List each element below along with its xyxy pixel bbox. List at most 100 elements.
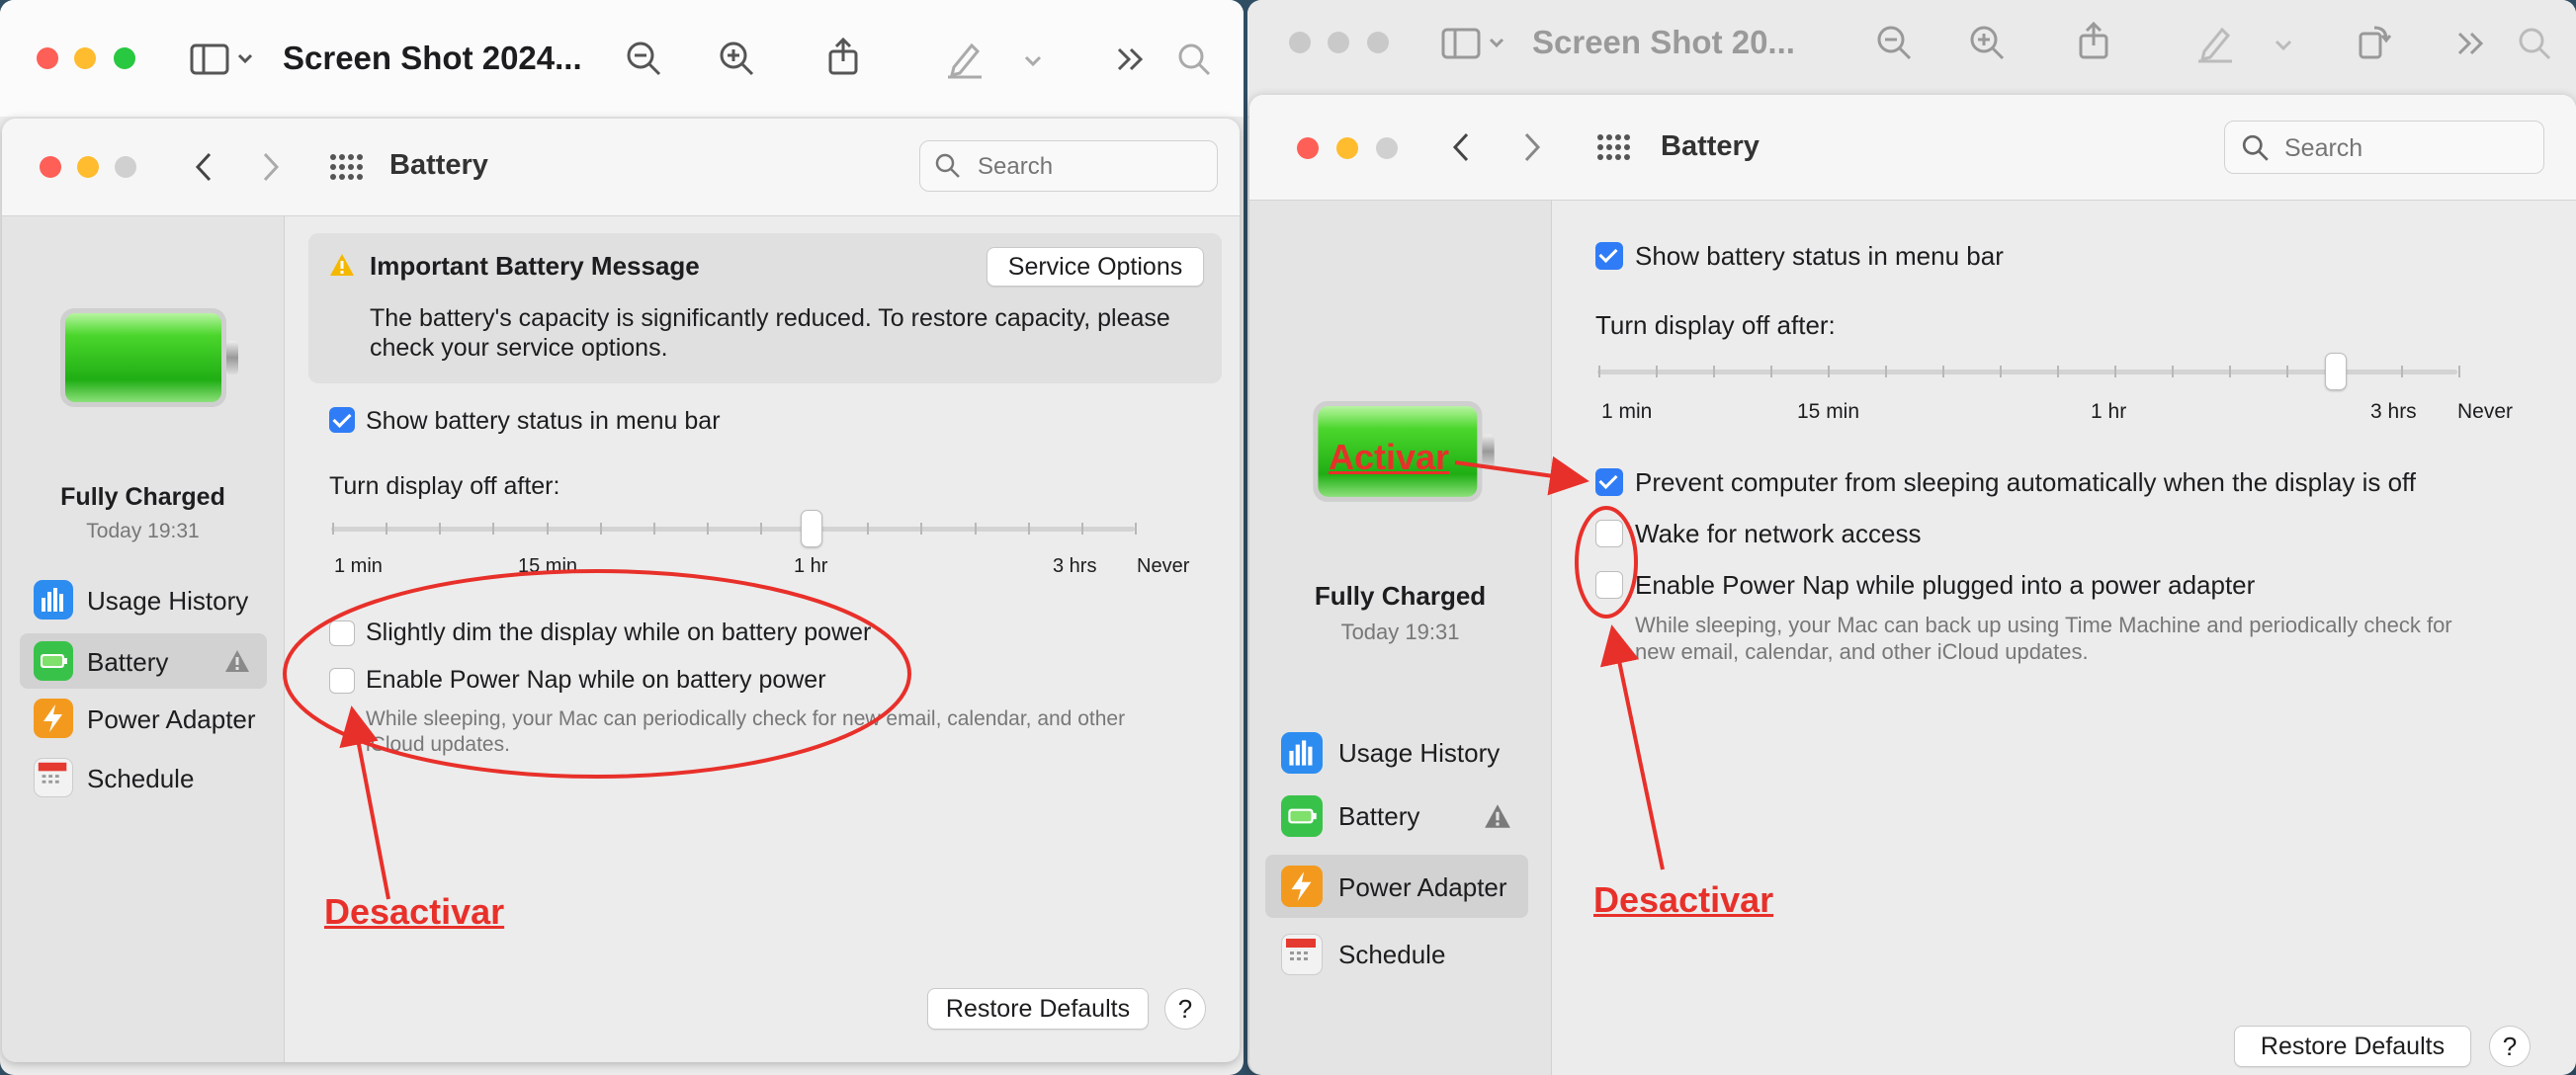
- sidebar-item-power-adapter[interactable]: Power Adapter: [20, 693, 267, 744]
- calendar-icon: [34, 758, 73, 797]
- show-all-grid-icon[interactable]: [1595, 132, 1631, 162]
- annotation-desactivar-right: Desactivar: [1593, 879, 1774, 920]
- search-input[interactable]: [976, 150, 1207, 184]
- help-button[interactable]: ?: [1164, 988, 1206, 1030]
- sidebar-item-battery[interactable]: Battery: [1265, 786, 1528, 845]
- back-icon[interactable]: [190, 148, 219, 186]
- search-field[interactable]: [919, 140, 1218, 192]
- battery-message-box: Important Battery Message Service Option…: [308, 233, 1222, 383]
- share-icon[interactable]: [2073, 20, 2114, 61]
- forward-icon[interactable]: [1516, 128, 1546, 166]
- display-off-slider-knob[interactable]: [801, 510, 822, 547]
- slider-label-15-min: 15 min: [518, 555, 578, 577]
- sidebar-item-usage-history[interactable]: Usage History: [20, 574, 267, 625]
- battery-charged-icon: [60, 308, 238, 407]
- prefs-toolbar: Battery: [2, 119, 1240, 216]
- close-button[interactable]: [1297, 137, 1319, 159]
- battery-status-label: Fully Charged: [60, 483, 225, 511]
- annotation-activar: Activar: [1329, 437, 1450, 477]
- message-body-line1: The battery's capacity is significantly …: [370, 304, 1170, 332]
- dim-display-checkbox[interactable]: [329, 620, 355, 646]
- sidebar-item-label: Power Adapter: [87, 704, 256, 734]
- slider-tick: [439, 523, 442, 535]
- power-nap-checkbox[interactable]: [1595, 571, 1623, 599]
- sidebar-item-usage-history[interactable]: Usage History: [1265, 722, 1528, 782]
- close-button[interactable]: [40, 156, 61, 178]
- restore-defaults-button[interactable]: Restore Defaults: [2234, 1026, 2471, 1067]
- slider-tick: [1828, 366, 1830, 377]
- slider-tick: [2172, 366, 2174, 377]
- zoom-out-icon[interactable]: [623, 38, 664, 79]
- search-field[interactable]: [2224, 121, 2544, 174]
- zoom-out-icon[interactable]: [1873, 22, 1915, 63]
- usage-history-icon: [1281, 732, 1323, 774]
- service-options-button[interactable]: Service Options: [987, 247, 1204, 287]
- show-battery-status-checkbox[interactable]: [1595, 242, 1623, 270]
- show-battery-status-label: Show battery status in menu bar: [366, 407, 721, 435]
- slider-tick: [2114, 366, 2116, 377]
- zoom-in-icon[interactable]: [716, 38, 757, 79]
- share-icon[interactable]: [822, 36, 864, 77]
- sidebar-toggle-icon[interactable]: [1441, 22, 1510, 63]
- search-input[interactable]: [2282, 131, 2533, 165]
- sidebar: Fully Charged Today 19:31 Usage History …: [1249, 201, 1552, 1075]
- zoom-button[interactable]: [115, 156, 136, 178]
- sidebar-toggle-icon[interactable]: [190, 38, 259, 79]
- markup-pen-icon[interactable]: [2194, 22, 2236, 63]
- rotate-icon[interactable]: [2353, 20, 2394, 61]
- zoom-button[interactable]: [1367, 32, 1389, 53]
- slider-tick: [1027, 523, 1030, 535]
- chevron-down-icon[interactable]: [1018, 40, 1048, 81]
- sidebar-item-power-adapter[interactable]: Power Adapter: [1265, 855, 1528, 918]
- display-off-slider-knob[interactable]: [2325, 353, 2347, 390]
- sidebar-item-battery[interactable]: Battery: [20, 633, 267, 689]
- power-nap-description-line2: new email, calendar, and other iCloud up…: [1635, 639, 2089, 664]
- zoom-button[interactable]: [114, 47, 135, 69]
- chevron-down-icon[interactable]: [2269, 24, 2298, 65]
- close-button[interactable]: [1289, 32, 1311, 53]
- battery-status-time: Today 19:31: [1340, 620, 1460, 644]
- zoom-in-icon[interactable]: [1966, 22, 2008, 63]
- slider-tick: [1080, 523, 1083, 535]
- slider-tick: [386, 523, 388, 535]
- more-tools-icon[interactable]: [2451, 24, 2493, 65]
- minimize-button[interactable]: [77, 156, 99, 178]
- slider-tick: [2229, 366, 2231, 377]
- slider-label-never: Never: [2457, 400, 2514, 423]
- wake-network-checkbox[interactable]: [1595, 520, 1623, 547]
- slider-tick: [760, 523, 763, 535]
- forward-icon[interactable]: [255, 148, 285, 186]
- power-nap-checkbox[interactable]: [329, 668, 355, 694]
- minimize-button[interactable]: [1328, 32, 1349, 53]
- prevent-sleep-checkbox[interactable]: [1595, 468, 1623, 496]
- help-button[interactable]: ?: [2489, 1026, 2531, 1067]
- close-button[interactable]: [37, 47, 58, 69]
- restore-defaults-button[interactable]: Restore Defaults: [927, 988, 1149, 1030]
- more-tools-icon[interactable]: [1111, 40, 1153, 81]
- minimize-button[interactable]: [74, 47, 96, 69]
- search-icon[interactable]: [2515, 24, 2556, 65]
- sidebar-item-label: Schedule: [1338, 940, 1446, 969]
- back-icon[interactable]: [1447, 128, 1477, 166]
- slider-tick: [2401, 366, 2403, 377]
- slider-label-1-hr: 1 hr: [794, 555, 828, 577]
- zoom-button[interactable]: [1376, 137, 1398, 159]
- minimize-button[interactable]: [1336, 137, 1358, 159]
- show-battery-status-checkbox[interactable]: [329, 407, 355, 433]
- sidebar-item-schedule[interactable]: Schedule: [20, 752, 267, 803]
- slider-tick: [599, 523, 602, 535]
- slider-label-1-min: 1 min: [1601, 400, 1653, 423]
- search-icon[interactable]: [1174, 40, 1216, 81]
- slider-tick: [2458, 366, 2460, 377]
- markup-pen-icon[interactable]: [944, 38, 986, 79]
- sidebar-item-schedule[interactable]: Schedule: [1265, 924, 1528, 983]
- display-off-slider-track[interactable]: [331, 527, 1135, 532]
- slider-tick: [1598, 366, 1600, 377]
- power-nap-description-line2: iCloud updates.: [366, 733, 510, 756]
- slider-tick: [332, 523, 334, 535]
- annotation-desactivar-left: Desactivar: [324, 891, 505, 932]
- battery-prefs-window-left: Battery Fully Charged Today 19:31: [2, 119, 1240, 1062]
- show-all-grid-icon[interactable]: [328, 152, 364, 182]
- wake-network-label: Wake for network access: [1635, 519, 1922, 548]
- slider-tick: [1942, 366, 1944, 377]
